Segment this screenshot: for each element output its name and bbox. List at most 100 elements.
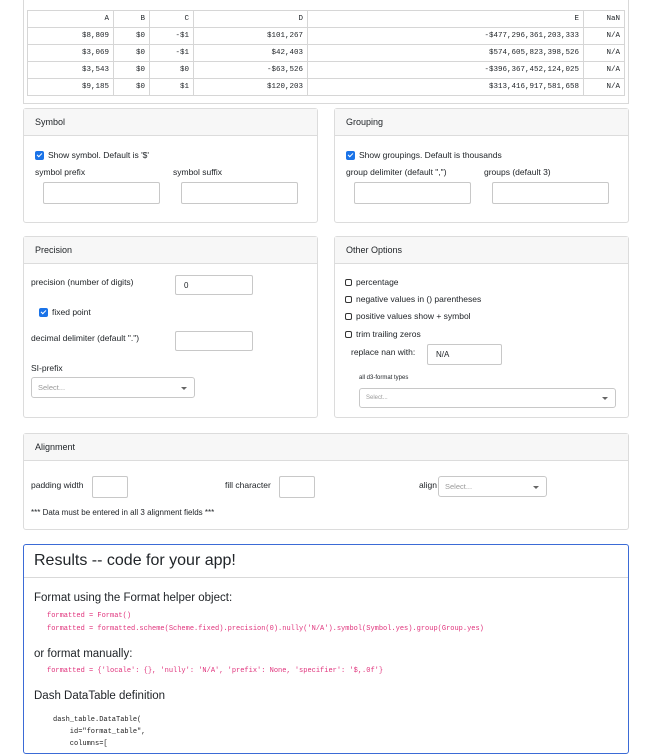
datatable-heading: Dash DataTable definition [34,690,166,702]
col-header-nan[interactable]: NaN [583,10,625,28]
table-cell[interactable]: N/A [583,27,625,45]
table-cell[interactable]: $9,185 [27,78,114,96]
results-title: Results -- code for your app! [24,545,628,578]
table-cell[interactable]: -$1 [149,27,194,45]
trim-zeros-checkbox[interactable]: trim trailing zeros [345,329,421,339]
table-cell[interactable]: $0 [113,78,150,96]
decimal-delimiter-input[interactable] [175,331,253,351]
positive-symbol-checkbox[interactable]: positive values show + symbol [345,311,471,321]
show-groupings-label: Show groupings. Default is thousands [359,150,502,160]
negative-parentheses-label: negative values in () parentheses [356,294,482,304]
padding-width-input[interactable] [92,476,128,498]
checkbox-unchecked-icon[interactable] [345,278,352,286]
table-cell[interactable]: -$1 [149,44,194,62]
d3-format-placeholder: Select... [366,395,388,401]
table-cell[interactable]: $0 [113,61,150,79]
checkbox-unchecked-icon[interactable] [345,295,352,303]
table-row: $3,543 $0 $0 -$63,526 -$396,367,452,124,… [27,61,625,79]
symbol-prefix-input[interactable] [43,182,160,204]
table-cell[interactable]: N/A [583,61,625,79]
fill-character-label: fill character [225,480,271,490]
precision-card-title: Precision [24,237,317,264]
precision-card: Precision precision (number of digits) 0… [23,236,318,418]
checkbox-checked-icon[interactable] [346,150,355,160]
table-cell[interactable]: $3,543 [27,61,114,79]
si-prefix-dropdown[interactable]: Select... [31,377,195,398]
symbol-suffix-input[interactable] [181,182,298,204]
datatable-code-line-1: dash_table.DataTable( [53,716,142,724]
table-cell[interactable]: $1 [149,78,194,96]
other-options-card: Other Options percentage negative values… [334,236,629,418]
table-cell[interactable]: -$477,296,361,203,333 [307,27,584,45]
table-row: $8,809 $0 -$1 $101,267 -$477,296,361,203… [27,27,625,45]
data-table: A B C D E NaN $8,809 $0 -$1 $101,267 -$4… [27,10,625,96]
chevron-down-icon [533,485,539,489]
si-prefix-placeholder: Select... [38,383,66,392]
table-cell[interactable]: N/A [583,44,625,62]
table-cell[interactable]: $3,069 [27,44,114,62]
table-header-row: A B C D E NaN [27,10,625,28]
results-card: Results -- code for your app! Format usi… [23,544,629,754]
other-options-card-title: Other Options [335,237,628,264]
trim-zeros-label: trim trailing zeros [356,329,421,339]
grouping-card: Grouping Show groupings. Default is thou… [334,108,629,223]
checkbox-unchecked-icon[interactable] [345,330,352,338]
col-header-e[interactable]: E [307,10,584,28]
table-cell[interactable]: N/A [583,78,625,96]
negative-parentheses-checkbox[interactable]: negative values in () parentheses [345,294,481,304]
col-header-a[interactable]: A [27,10,114,28]
chevron-down-icon [602,397,608,400]
table-cell[interactable]: $8,809 [27,27,114,45]
show-symbol-label: Show symbol. Default is '$' [48,150,150,160]
groups-input[interactable] [492,182,609,204]
table-cell[interactable]: $101,267 [193,27,308,45]
fixed-point-label: fixed point [52,307,91,317]
col-header-b[interactable]: B [113,10,150,28]
checkbox-checked-icon[interactable] [35,150,44,160]
replace-nan-label: replace nan with: [351,347,416,357]
datatable-code-line-3: columns=[ [53,740,108,748]
positive-symbol-label: positive values show + symbol [356,311,471,321]
table-cell[interactable]: $313,416,917,581,658 [307,78,584,96]
align-placeholder: Select... [445,482,473,491]
group-delimiter-input[interactable] [354,182,471,204]
symbol-prefix-label: symbol prefix [35,167,86,177]
precision-digits-input[interactable]: 0 [175,275,253,295]
alignment-card: Alignment padding width fill character a… [23,433,629,530]
col-header-d[interactable]: D [193,10,308,28]
table-cell[interactable]: -$63,526 [193,61,308,79]
precision-digits-label: precision (number of digits) [31,277,134,287]
table-row: $9,185 $0 $1 $120,203 $313,416,917,581,6… [27,78,625,96]
decimal-delimiter-label: decimal delimiter (default ".") [31,333,140,343]
checkbox-checked-icon[interactable] [39,307,48,317]
format-code-line-1: formatted = Format() [47,612,132,620]
checkbox-unchecked-icon[interactable] [345,312,352,320]
fixed-point-checkbox[interactable]: fixed point [39,307,91,317]
table-cell[interactable]: $0 [149,61,194,79]
percentage-checkbox[interactable]: percentage [345,277,399,287]
align-dropdown[interactable]: Select... [438,476,547,497]
col-header-c[interactable]: C [149,10,194,28]
table-cell[interactable]: $0 [113,44,150,62]
group-delimiter-label: group delimiter (default ",") [346,167,447,177]
show-groupings-checkbox[interactable]: Show groupings. Default is thousands [346,150,502,160]
table-cell[interactable]: $574,605,823,398,526 [307,44,584,62]
table-cell[interactable]: $42,403 [193,44,308,62]
percentage-label: percentage [356,277,399,287]
replace-nan-input[interactable]: N/A [427,344,502,365]
show-symbol-checkbox[interactable]: Show symbol. Default is '$' [35,150,149,160]
table-cell[interactable]: $0 [113,27,150,45]
symbol-card: Symbol Show symbol. Default is '$' symbo… [23,108,318,223]
table-cell[interactable]: $120,203 [193,78,308,96]
padding-width-label: padding width [31,480,84,490]
manual-format-heading: or format manually: [34,648,133,660]
symbol-suffix-label: symbol suffix [173,167,222,177]
fill-character-input[interactable] [279,476,315,498]
datatable-code-line-2: id="format_table", [53,728,146,736]
si-prefix-label: SI-prefix [31,363,63,373]
table-cell[interactable]: -$396,367,452,124,025 [307,61,584,79]
manual-format-code: formatted = {'locale': {}, 'nully': 'N/A… [47,667,384,675]
d3-format-dropdown[interactable]: Select... [359,388,616,408]
table-row: $3,069 $0 -$1 $42,403 $574,605,823,398,5… [27,44,625,62]
align-label: align [419,480,437,490]
